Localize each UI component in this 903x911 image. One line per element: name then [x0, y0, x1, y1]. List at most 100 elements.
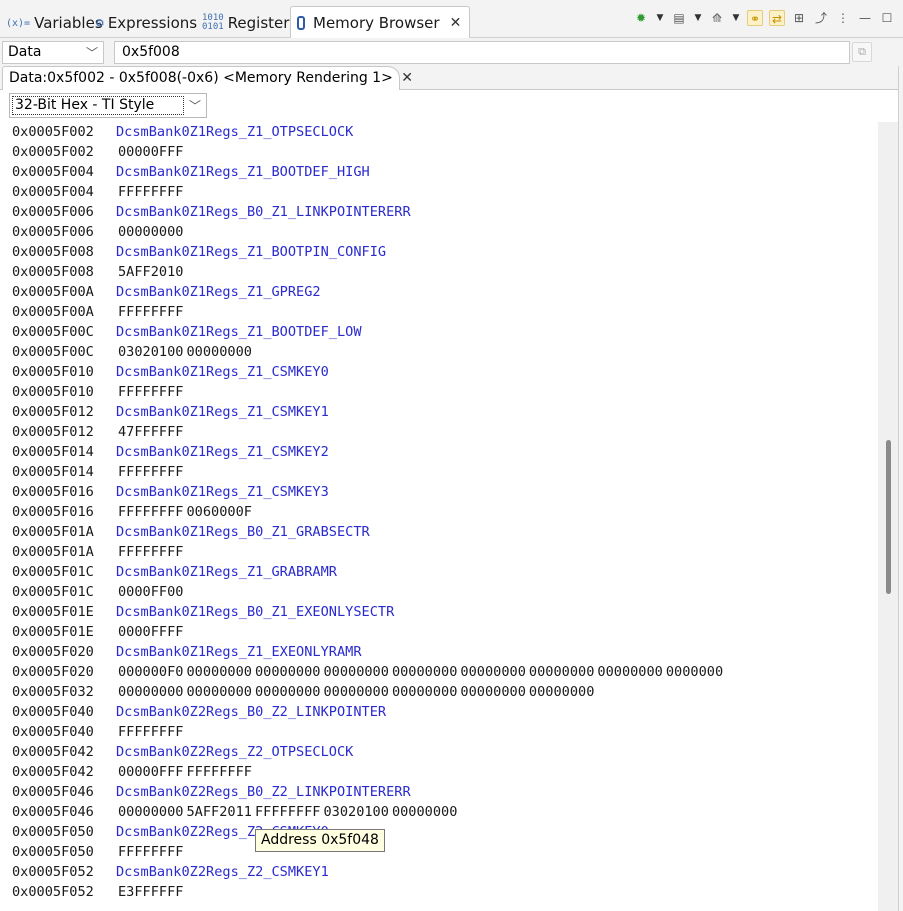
- memory-word[interactable]: E3FFFFFF: [118, 882, 183, 902]
- memory-word[interactable]: FFFFFFFF: [118, 842, 183, 862]
- save-memory-icon[interactable]: ▤: [671, 10, 687, 26]
- memory-word[interactable]: 00000000: [118, 802, 183, 822]
- memory-word[interactable]: FFFFFFFF: [118, 382, 183, 402]
- memory-word[interactable]: 00000000: [118, 682, 183, 702]
- memory-row[interactable]: 0x0005F012 47FFFFFF: [12, 422, 876, 442]
- new-rendering-icon[interactable]: ⧉: [852, 42, 872, 62]
- memory-word[interactable]: 00000000: [529, 662, 594, 682]
- vertical-scrollbar[interactable]: [878, 122, 898, 911]
- symbol-row[interactable]: 0x0005F042 DcsmBank0Z2Regs_Z2_OTPSECLOCK: [12, 742, 876, 762]
- chevron-down-icon[interactable]: ▼: [731, 10, 741, 26]
- memory-row[interactable]: 0x0005F01C 0000FF00: [12, 582, 876, 602]
- memory-row[interactable]: 0x0005F046 00000000 5AFF2011 FFFFFFFF 030201…: [12, 802, 876, 822]
- symbol-row[interactable]: 0x0005F050 DcsmBank0Z2Regs_Z2_CSMKEY0: [12, 822, 876, 842]
- tab-memory-browser[interactable]: Memory Browser ✕: [290, 6, 471, 38]
- refresh-chip-icon[interactable]: ✹: [633, 10, 649, 26]
- memory-row[interactable]: 0x0005F020 000000F0 00000000 00000000 000000…: [12, 662, 876, 682]
- rendering-tab[interactable]: Data:0x5f002 - 0x5f008(-0x6) <Memory Ren…: [2, 66, 413, 91]
- close-icon[interactable]: ✕: [401, 70, 413, 86]
- memory-row[interactable]: 0x0005F040 FFFFFFFF: [12, 722, 876, 742]
- symbol-row[interactable]: 0x0005F012 DcsmBank0Z1Regs_Z1_CSMKEY1: [12, 402, 876, 422]
- memory-word[interactable]: 00000FFF: [118, 762, 183, 782]
- memory-word[interactable]: 00000000: [323, 662, 388, 682]
- memory-word[interactable]: 00000000: [392, 682, 457, 702]
- symbol-row[interactable]: 0x0005F00A DcsmBank0Z1Regs_Z1_GPREG2: [12, 282, 876, 302]
- memory-row[interactable]: 0x0005F008 5AFF2010: [12, 262, 876, 282]
- symbol-row[interactable]: 0x0005F004 DcsmBank0Z1Regs_Z1_BOOTDEF_HIG…: [12, 162, 876, 182]
- memory-word[interactable]: 00000000: [392, 662, 457, 682]
- memory-row[interactable]: 0x0005F016 FFFFFFFF 0060000F: [12, 502, 876, 522]
- memory-word[interactable]: 0000FFFF: [118, 622, 183, 642]
- memory-row[interactable]: 0x0005F006 00000000: [12, 222, 876, 242]
- memory-word[interactable]: 0060000F: [186, 502, 251, 522]
- close-icon[interactable]: ✕: [450, 15, 462, 31]
- memory-word[interactable]: 00000000: [323, 682, 388, 702]
- symbol-row[interactable]: 0x0005F020 DcsmBank0Z1Regs_Z1_EXEONLYRAMR: [12, 642, 876, 662]
- symbol-row[interactable]: 0x0005F00C DcsmBank0Z1Regs_Z1_BOOTDEF_LOW: [12, 322, 876, 342]
- memory-row[interactable]: 0x0005F00A FFFFFFFF: [12, 302, 876, 322]
- tab-expressions[interactable]: ⚙ Expressions: [92, 8, 201, 38]
- sync-icon[interactable]: ⇄: [769, 10, 785, 26]
- memory-word[interactable]: 00000000: [460, 662, 525, 682]
- memory-word[interactable]: FFFFFFFF: [118, 542, 183, 562]
- symbol-row[interactable]: 0x0005F01E DcsmBank0Z1Regs_B0_Z1_EXEONLYS…: [12, 602, 876, 622]
- memory-row[interactable]: 0x0005F01A FFFFFFFF: [12, 542, 876, 562]
- memory-word[interactable]: 00000000: [118, 222, 183, 242]
- memory-word[interactable]: 00000000: [460, 682, 525, 702]
- memory-word[interactable]: FFFFFFFF: [186, 762, 251, 782]
- symbol-row[interactable]: 0x0005F052 DcsmBank0Z2Regs_Z2_CSMKEY1: [12, 862, 876, 882]
- memory-word[interactable]: 00000000: [255, 682, 320, 702]
- memory-word[interactable]: 00000000: [186, 342, 251, 362]
- memory-word[interactable]: 03020100: [323, 802, 388, 822]
- memory-word[interactable]: FFFFFFFF: [118, 502, 183, 522]
- pin-icon[interactable]: ⤴: [813, 10, 829, 26]
- symbol-row[interactable]: 0x0005F014 DcsmBank0Z1Regs_Z1_CSMKEY2: [12, 442, 876, 462]
- memory-row[interactable]: 0x0005F042 00000FFF FFFFFFFF: [12, 762, 876, 782]
- memory-word[interactable]: 00000000: [186, 662, 251, 682]
- symbol-row[interactable]: 0x0005F010 DcsmBank0Z1Regs_Z1_CSMKEY0: [12, 362, 876, 382]
- memory-word[interactable]: 00000000: [597, 662, 662, 682]
- symbol-row[interactable]: 0x0005F006 DcsmBank0Z1Regs_B0_Z1_LINKPOIN…: [12, 202, 876, 222]
- memory-word[interactable]: 00000000: [392, 802, 457, 822]
- symbol-row[interactable]: 0x0005F002 DcsmBank0Z1Regs_Z1_OTPSECLOCK: [12, 122, 876, 142]
- memory-word[interactable]: FFFFFFFF: [118, 462, 183, 482]
- memory-word[interactable]: 000000F0: [118, 662, 183, 682]
- symbol-row[interactable]: 0x0005F046 DcsmBank0Z2Regs_B0_Z2_LINKPOIN…: [12, 782, 876, 802]
- link-icon[interactable]: ⚭: [747, 10, 763, 26]
- scrollbar-thumb[interactable]: [886, 440, 891, 594]
- memory-row[interactable]: 0x0005F052 E3FFFFFF: [12, 882, 876, 902]
- memory-word[interactable]: 47FFFFFF: [118, 422, 183, 442]
- memory-row[interactable]: 0x0005F01E 0000FFFF: [12, 622, 876, 642]
- memory-word[interactable]: 0000000: [666, 662, 723, 682]
- load-memory-icon[interactable]: ⟰: [709, 10, 725, 26]
- memory-word[interactable]: 0000FF00: [118, 582, 183, 602]
- tab-variables[interactable]: (x)= Variables: [2, 8, 107, 38]
- memory-word[interactable]: 03020100: [118, 342, 183, 362]
- new-view-icon[interactable]: ⊞: [791, 10, 807, 26]
- address-input[interactable]: 0x5f008: [114, 41, 850, 64]
- symbol-row[interactable]: 0x0005F008 DcsmBank0Z1Regs_Z1_BOOTPIN_CON…: [12, 242, 876, 262]
- memory-word[interactable]: FFFFFFFF: [118, 722, 183, 742]
- memory-word[interactable]: 00000000: [255, 662, 320, 682]
- memory-space-select[interactable]: Data ﹀: [2, 41, 104, 64]
- memory-word[interactable]: FFFFFFFF: [118, 182, 183, 202]
- symbol-row[interactable]: 0x0005F01A DcsmBank0Z1Regs_B0_Z1_GRABSECT…: [12, 522, 876, 542]
- memory-row[interactable]: 0x0005F004 FFFFFFFF: [12, 182, 876, 202]
- memory-word[interactable]: 00000000: [529, 682, 594, 702]
- tab-registers[interactable]: 1010 0101 Registers: [198, 8, 301, 38]
- format-select[interactable]: 32-Bit Hex - TI Style ﹀: [9, 93, 207, 118]
- minimize-icon[interactable]: —: [857, 10, 873, 26]
- view-menu-icon[interactable]: ⋮: [835, 10, 851, 26]
- memory-row[interactable]: 0x0005F002 00000FFF: [12, 142, 876, 162]
- memory-word[interactable]: 00000FFF: [118, 142, 183, 162]
- memory-word[interactable]: 5AFF2010: [118, 262, 183, 282]
- symbol-row[interactable]: 0x0005F016 DcsmBank0Z1Regs_Z1_CSMKEY3: [12, 482, 876, 502]
- memory-word[interactable]: FFFFFFFF: [118, 302, 183, 322]
- memory-row[interactable]: 0x0005F00C 03020100 00000000: [12, 342, 876, 362]
- memory-row[interactable]: 0x0005F014 FFFFFFFF: [12, 462, 876, 482]
- symbol-row[interactable]: 0x0005F01C DcsmBank0Z1Regs_Z1_GRABRAMR: [12, 562, 876, 582]
- chevron-down-icon[interactable]: ▼: [693, 10, 703, 26]
- maximize-icon[interactable]: ☐: [879, 10, 895, 26]
- memory-word[interactable]: 00000000: [186, 682, 251, 702]
- memory-word[interactable]: FFFFFFFF: [255, 802, 320, 822]
